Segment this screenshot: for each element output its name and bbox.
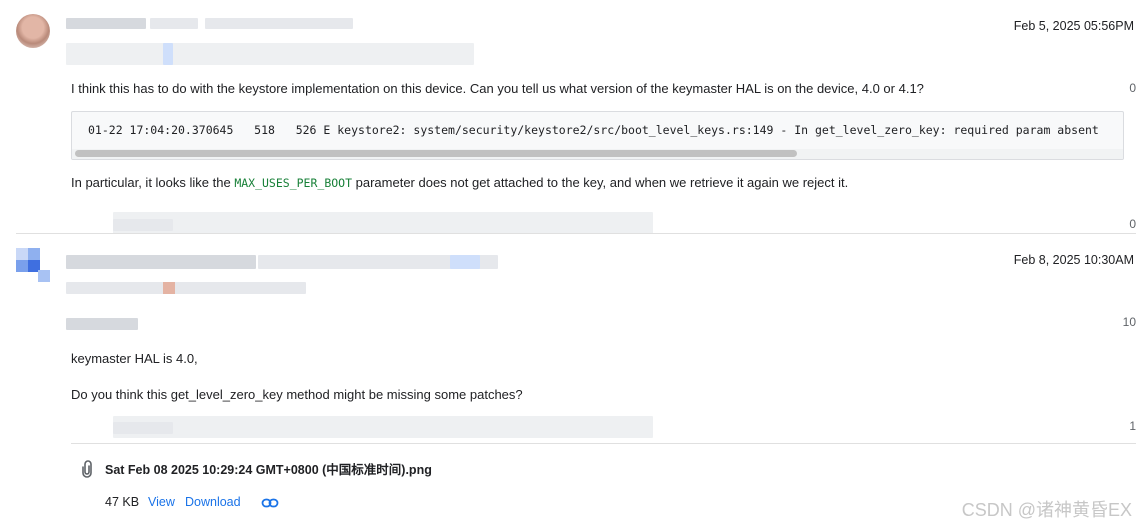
redacted-footer: [113, 416, 653, 438]
paragraph-text: parameter does not get attached to the k…: [352, 175, 849, 190]
author-meta-redacted: [66, 43, 474, 65]
author-name-redacted: [66, 255, 256, 269]
view-attachment-link[interactable]: View: [148, 495, 175, 509]
author-email-redacted: [450, 255, 480, 269]
avatar: [16, 248, 50, 282]
author-meta-redacted: [163, 282, 175, 294]
author-email-redacted: [205, 18, 353, 29]
author-name-redacted: [150, 18, 198, 29]
redacted-label: [66, 318, 138, 330]
post-counter: 0: [1129, 217, 1136, 231]
avatar: [16, 14, 50, 48]
redacted-footer: [113, 219, 173, 231]
link-icon[interactable]: [261, 495, 279, 511]
scrollbar-thumb[interactable]: [75, 150, 797, 157]
horizontal-scrollbar[interactable]: [72, 149, 1123, 159]
post-counter: 10: [1122, 315, 1136, 329]
inline-code: MAX_USES_PER_BOOT: [234, 176, 353, 190]
post-date: Feb 8, 2025 10:30AM: [1013, 253, 1134, 267]
redacted-footer: [113, 422, 173, 434]
attachment-size: 47 KB: [105, 495, 140, 509]
post-body-text: Do you think this get_level_zero_key met…: [71, 387, 523, 402]
post-body-paragraph: In particular, it looks like the MAX_USE…: [71, 175, 848, 190]
download-attachment-link[interactable]: Download: [185, 495, 241, 509]
paragraph-text: In particular, it looks like the: [71, 175, 235, 190]
post-body-text: I think this has to do with the keystore…: [71, 81, 924, 96]
author-name-redacted: [66, 18, 146, 29]
watermark: CSDN @诸神黄昏EX: [961, 500, 1132, 520]
code-line: 01-22 17:04:20.370645 518 526 E keystore…: [88, 123, 1099, 137]
post-divider: [16, 233, 1136, 234]
redacted-footer: [113, 212, 653, 234]
author-meta-redacted: [66, 282, 306, 294]
attachment-divider: [71, 443, 1136, 444]
post-counter: 0: [1129, 81, 1136, 95]
post-date: Feb 5, 2025 05:56PM: [1013, 19, 1134, 33]
attachment-clip-icon: [78, 458, 96, 478]
code-block: 01-22 17:04:20.370645 518 526 E keystore…: [71, 111, 1124, 160]
author-meta-redacted: [163, 43, 173, 65]
post-body-text: keymaster HAL is 4.0,: [71, 351, 198, 366]
attachment-name: Sat Feb 08 2025 10:29:24 GMT+0800 (中国标准时…: [105, 463, 432, 477]
post-counter: 1: [1129, 419, 1136, 433]
